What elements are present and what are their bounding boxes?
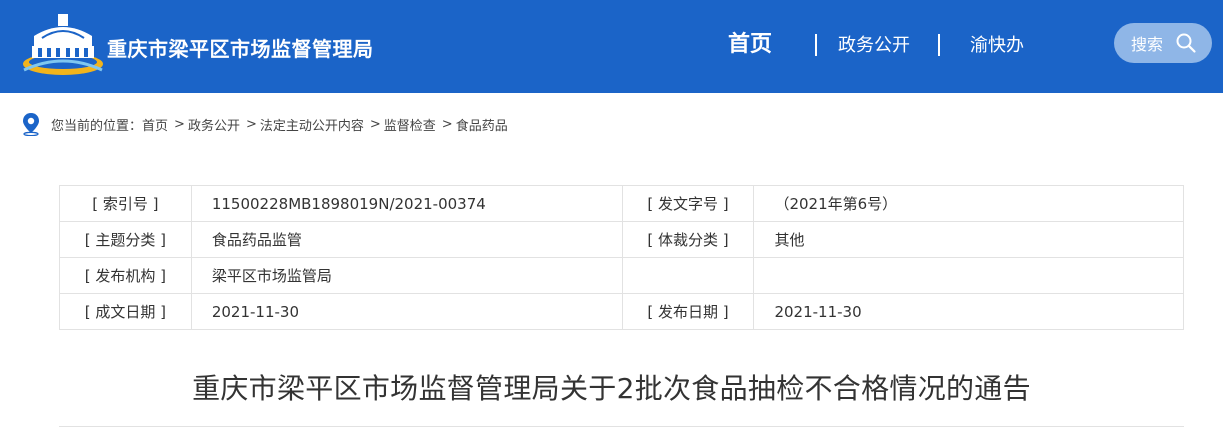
genre-category-label: [ 体裁分类 ] [621, 221, 755, 258]
empty-value-cell [753, 257, 1184, 294]
breadcrumb-item-statutory-disclosure[interactable]: 法定主动公开内容 [260, 115, 364, 134]
table-row: [ 发布机构 ] 梁平区市场监管局 [59, 257, 1184, 294]
document-number-value: （2021年第6号） [753, 185, 1184, 222]
breadcrumb-item-home[interactable]: 首页 [142, 115, 168, 134]
publish-date-value: 2021-11-30 [753, 293, 1184, 330]
site-title[interactable]: 重庆市梁平区市场监督管理局 [107, 33, 374, 62]
search-icon [1176, 33, 1196, 53]
building-logo-icon[interactable] [20, 12, 106, 76]
document-info-table: [ 索引号 ] 11500228MB1898019N/2021-00374 [ … [59, 185, 1184, 330]
table-row: [ 主题分类 ] 食品药品监管 [ 体裁分类 ] 其他 [59, 221, 1184, 258]
breadcrumb-item-supervision[interactable]: 监督检查 [384, 115, 436, 134]
breadcrumb-separator: > [369, 116, 381, 132]
breadcrumb-separator: > [245, 116, 257, 132]
table-row: [ 索引号 ] 11500228MB1898019N/2021-00374 [ … [59, 185, 1184, 222]
index-number-value: 11500228MB1898019N/2021-00374 [190, 185, 623, 222]
nav-separator [938, 34, 940, 56]
topic-category-value: 食品药品监管 [190, 221, 623, 258]
publisher-value: 梁平区市场监管局 [190, 257, 623, 294]
written-date-label: [ 成文日期 ] [59, 293, 192, 330]
title-divider [59, 426, 1184, 427]
empty-label-cell [621, 257, 755, 294]
breadcrumb: 您当前的位置： 首页 > 政务公开 > 法定主动公开内容 > 监督检查 > 食品… [21, 112, 508, 136]
publish-date-label: [ 发布日期 ] [621, 293, 755, 330]
genre-category-value: 其他 [753, 221, 1184, 258]
search-button[interactable]: 搜索 [1114, 23, 1212, 63]
breadcrumb-prefix: 您当前的位置： [51, 118, 143, 134]
breadcrumb-separator: > [174, 116, 185, 132]
nav-item-gov-affairs[interactable]: 政务公开 [838, 33, 910, 59]
topic-category-label: [ 主题分类 ] [59, 221, 192, 258]
nav-home[interactable]: 首页 [728, 30, 772, 60]
document-title: 重庆市梁平区市场监督管理局关于2批次食品抽检不合格情况的通告 [192, 372, 1031, 405]
nav-item-yukuaiban[interactable]: 渝快办 [970, 33, 1024, 59]
publisher-label: [ 发布机构 ] [59, 257, 192, 294]
breadcrumb-item-gov-affairs[interactable]: 政务公开 [188, 115, 240, 134]
nav-separator [815, 34, 817, 56]
breadcrumb-item-food-drug[interactable]: 食品药品 [456, 115, 508, 134]
table-row: [ 成文日期 ] 2021-11-30 [ 发布日期 ] 2021-11-30 [59, 293, 1184, 330]
header-bar: 重庆市梁平区市场监督管理局 首页 政务公开 渝快办 搜索 [0, 0, 1223, 93]
breadcrumb-separator: > [441, 116, 453, 132]
written-date-value: 2021-11-30 [190, 293, 623, 330]
index-number-label: [ 索引号 ] [59, 185, 192, 222]
search-label: 搜索 [1131, 35, 1164, 54]
document-number-label: [ 发文字号 ] [621, 185, 755, 222]
location-pin-icon [23, 113, 39, 136]
